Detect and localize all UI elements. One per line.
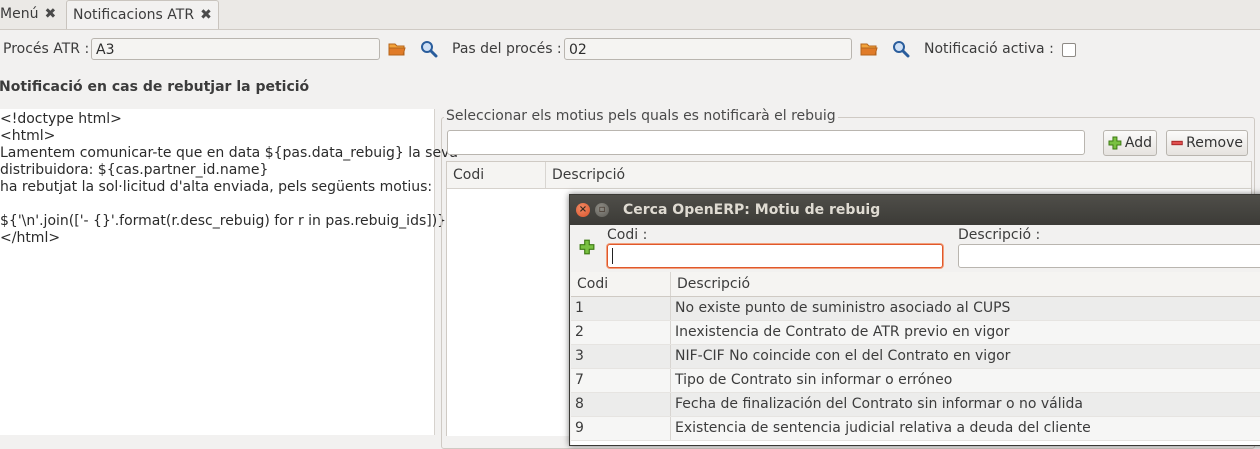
proces-atr-field[interactable]: A3 <box>91 38 380 60</box>
cell-descripcio: Existencia de sentencia judicial relativ… <box>675 420 1091 436</box>
table-row[interactable]: 2 Inexistencia de Contrato de ATR previo … <box>571 321 1260 345</box>
motius-frame-title: Seleccionar els motius pels quals es not… <box>444 108 838 124</box>
minus-icon <box>1171 140 1183 146</box>
minimize-icon[interactable]: ▫ <box>595 203 609 217</box>
tab-label: Notificacions ATR <box>73 7 195 23</box>
cell-descripcio: No existe punto de suministro asociado a… <box>675 300 1011 316</box>
template-text[interactable]: <!doctype html> <html> Lamentem comunica… <box>0 109 458 247</box>
add-button[interactable]: Add <box>1103 130 1157 156</box>
section-title: Notificació en cas de rebutjar la petici… <box>0 79 310 95</box>
tab-label: Menú <box>0 6 39 22</box>
pas-proces-label: Pas del procés : <box>452 41 562 57</box>
descripcio-search-input[interactable] <box>958 244 1260 268</box>
results-header: Codi Descripció <box>571 272 1260 297</box>
plus-icon[interactable] <box>577 237 597 257</box>
close-icon[interactable]: × <box>576 203 590 217</box>
column-header-codi[interactable]: Codi <box>577 272 608 296</box>
proces-atr-label: Procés ATR : <box>3 41 90 57</box>
folder-open-icon[interactable] <box>859 39 879 59</box>
remove-button[interactable]: Remove <box>1166 130 1248 156</box>
dialog-titlebar[interactable]: × ▫ Cerca OpenERP: Motiu de rebuig <box>570 195 1260 225</box>
search-dialog: × ▫ Cerca OpenERP: Motiu de rebuig Codi … <box>569 194 1260 446</box>
template-editor[interactable]: <!doctype html> <html> Lamentem comunica… <box>0 109 458 435</box>
results-list: Codi Descripció 1 No existe punto de sumi… <box>571 272 1260 445</box>
codi-label: Codi : <box>607 227 648 243</box>
motius-list-header: Codi Descripció <box>447 162 1251 189</box>
search-icon[interactable] <box>891 39 911 59</box>
cell-codi: 7 <box>575 372 584 388</box>
plus-icon <box>1108 136 1122 150</box>
table-row[interactable]: 1 No existe punto de suministro asociado … <box>571 297 1260 321</box>
cell-descripcio: Tipo de Contrato sin informar o erróneo <box>675 372 953 388</box>
cell-descripcio: Inexistencia de Contrato de ATR previo e… <box>675 324 1010 340</box>
tab-notificacions-atr[interactable]: Notificacions ATR ✖ <box>66 0 219 29</box>
cell-codi: 1 <box>575 300 584 316</box>
descripcio-label: Descripció : <box>958 227 1041 243</box>
dialog-title: Cerca OpenERP: Motiu de rebuig <box>623 202 881 218</box>
cell-codi: 3 <box>575 348 584 364</box>
notificacio-activa-label: Notificació activa : <box>924 41 1054 57</box>
text-cursor <box>612 248 613 264</box>
motius-search-input[interactable] <box>447 130 1085 155</box>
close-icon[interactable]: ✖ <box>44 0 56 28</box>
folder-open-icon[interactable] <box>387 39 407 59</box>
search-icon[interactable] <box>419 39 439 59</box>
results-body: 1 No existe punto de suministro asociado … <box>571 297 1260 441</box>
table-row[interactable]: 3 NIF-CIF No coincide con el del Contrato… <box>571 345 1260 369</box>
table-row[interactable]: 8 Fecha de finalización del Contrato sin … <box>571 393 1260 417</box>
codi-search-input[interactable] <box>607 244 943 268</box>
notificacio-activa-checkbox[interactable] <box>1062 43 1076 57</box>
remove-label: Remove <box>1186 135 1243 151</box>
column-header-codi[interactable]: Codi <box>453 162 484 188</box>
column-header-descripcio[interactable]: Descripció <box>552 162 625 188</box>
pas-proces-field[interactable]: 02 <box>564 38 852 60</box>
cell-descripcio: Fecha de finalización del Contrato sin i… <box>675 396 1083 412</box>
table-row[interactable]: 9 Existencia de sentencia judicial relati… <box>571 417 1260 441</box>
cell-codi: 2 <box>575 324 584 340</box>
column-header-descripcio[interactable]: Descripció <box>677 272 750 296</box>
cell-descripcio: NIF-CIF No coincide con el del Contrato … <box>675 348 1011 364</box>
tab-menu[interactable]: Menú ✖ <box>0 0 62 28</box>
cell-codi: 9 <box>575 420 584 436</box>
table-row[interactable]: 7 Tipo de Contrato sin informar o erróneo <box>571 369 1260 393</box>
tab-bar: Menú ✖ Notificacions ATR ✖ <box>0 0 1260 30</box>
cell-codi: 8 <box>575 396 584 412</box>
add-label: Add <box>1124 135 1152 151</box>
close-icon[interactable]: ✖ <box>200 1 212 29</box>
